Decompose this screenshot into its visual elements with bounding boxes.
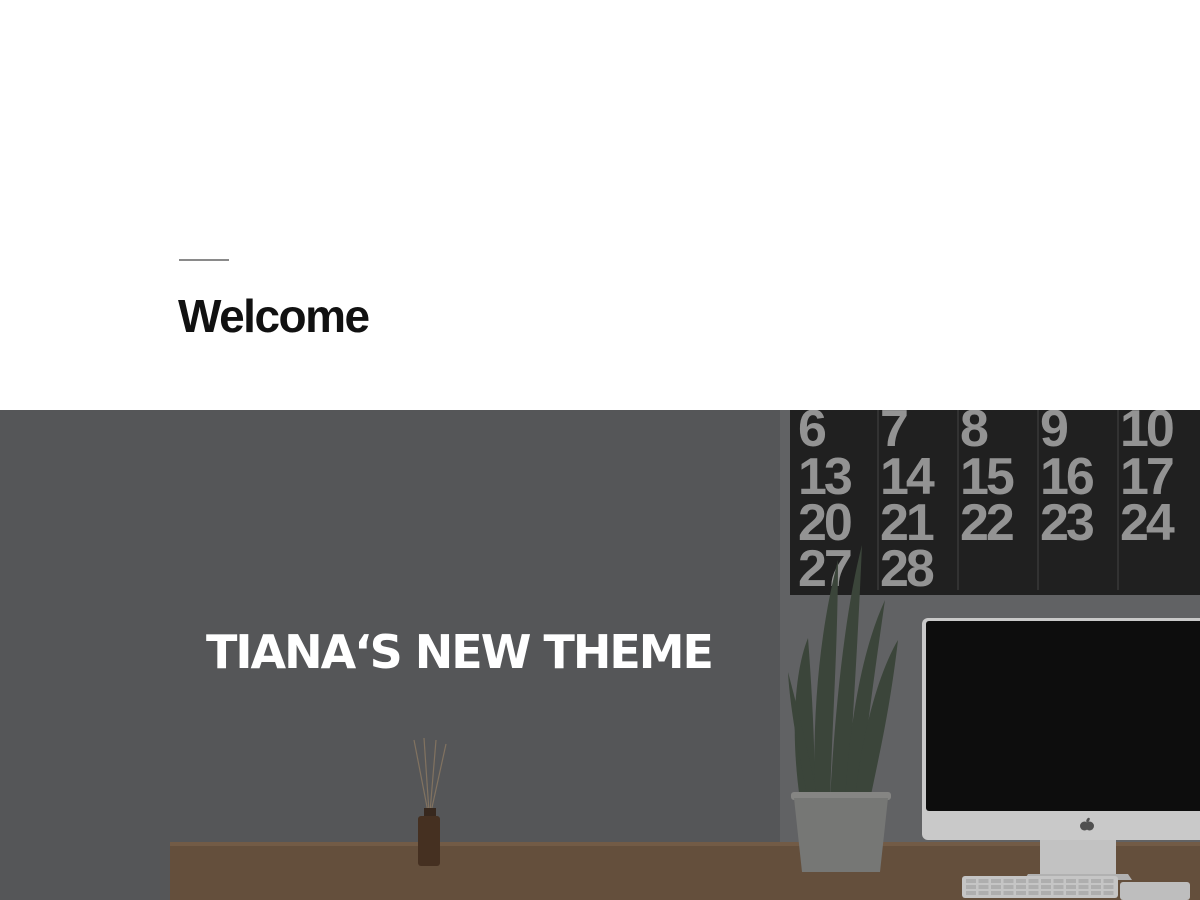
hero-title: TIANA‘S NEW THEME (206, 625, 714, 679)
page-title: Welcome (178, 290, 370, 342)
title-divider (179, 259, 229, 261)
hero-section: 6 7 8 9 10 13 14 15 16 17 20 21 22 23 24 27 28 (0, 410, 1200, 900)
page-header: Welcome (0, 0, 1200, 410)
